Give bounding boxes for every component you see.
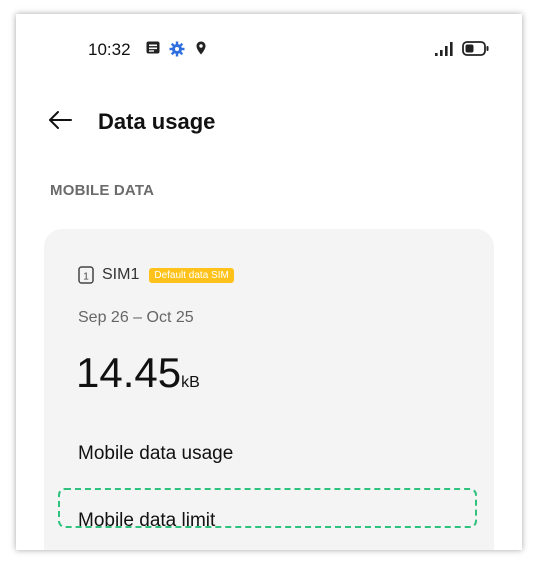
usage-number: 14.45 bbox=[76, 349, 182, 396]
status-time: 10:32 bbox=[88, 40, 131, 59]
battery-icon bbox=[462, 41, 490, 61]
app-bar: Data usage bbox=[16, 102, 522, 142]
signal-icon bbox=[435, 42, 453, 61]
section-header-mobile-data: MOBILE DATA bbox=[50, 182, 155, 199]
sim-row: 1 SIM1 Default data SIM bbox=[78, 265, 234, 285]
notification-icon bbox=[146, 41, 160, 59]
usage-unit: kB bbox=[181, 374, 200, 391]
gear-icon bbox=[169, 41, 185, 62]
billing-date-range: Sep 26 – Oct 25 bbox=[78, 309, 194, 326]
sim-data-card: 1 SIM1 Default data SIM Sep 26 – Oct 25 … bbox=[44, 229, 494, 550]
phone-screen: 10:32 Data usage MOBILE DATA 1 SIM1 Defa… bbox=[16, 14, 522, 550]
status-bar: 10:32 bbox=[16, 14, 522, 82]
default-data-sim-badge: Default data SIM bbox=[149, 267, 234, 283]
back-button[interactable] bbox=[44, 106, 76, 138]
usage-value: 14.45kB bbox=[76, 349, 200, 397]
page-title: Data usage bbox=[98, 109, 216, 134]
location-icon bbox=[196, 41, 206, 60]
mobile-data-usage-item[interactable]: Mobile data usage bbox=[78, 443, 233, 465]
mobile-data-limit-item[interactable]: Mobile data limit bbox=[78, 510, 215, 532]
sim-label: SIM1 bbox=[102, 266, 140, 283]
svg-text:1: 1 bbox=[83, 272, 89, 283]
arrow-left-icon bbox=[47, 110, 73, 135]
sim-card-icon: 1 bbox=[78, 266, 94, 284]
